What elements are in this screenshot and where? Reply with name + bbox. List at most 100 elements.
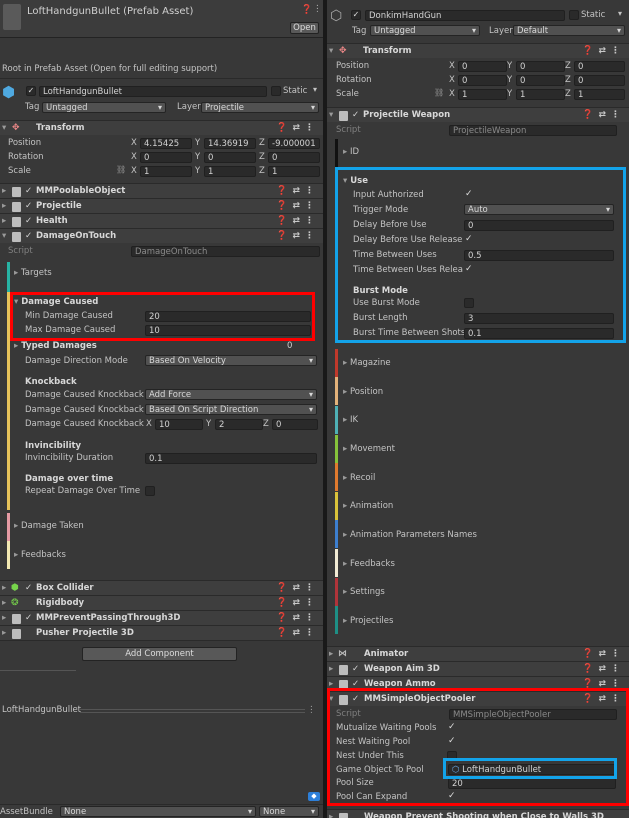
right-rot-y[interactable]: 0 [516,75,565,86]
right-layer-label: Layer [489,26,513,36]
id-foldout[interactable]: ▸ ID [343,147,359,157]
right-pos-z[interactable]: 0 [574,61,625,72]
component-weapon-prevent-shooting[interactable]: ▸ Weapon Prevent Shooting when Close to … [327,809,629,818]
kb-force-y[interactable]: 2 [215,419,263,430]
scale-z[interactable]: 1 [268,166,320,177]
collapse-icon[interactable]: ▾ [2,121,6,136]
damage-taken-foldout[interactable]: ▸ Damage Taken [14,521,84,531]
kb-direction-dropdown[interactable]: Based On Script Direction [145,404,317,415]
kb-force-x[interactable]: 10 [155,419,203,430]
right-pos-x[interactable]: 0 [458,61,507,72]
direction-mode-dropdown[interactable]: Based On Velocity [145,355,317,366]
component-damageontouch[interactable]: ▾ ✓ DamageOnTouch ❓⇄⋮ [0,228,323,243]
object-name-field[interactable]: LoftHandgunBullet [39,86,267,97]
right-scale-x[interactable]: 1 [458,89,507,100]
right-scale-z[interactable]: 1 [574,89,625,100]
inv-duration-field[interactable]: 0.1 [145,453,317,464]
section-movement[interactable]: ▸ Movement [343,444,395,454]
pos-z[interactable]: -9.000001 [268,138,320,149]
scale-y[interactable]: 1 [204,166,256,177]
assetbundle-variant-dropdown[interactable]: None [259,806,319,817]
preview-menu-icon[interactable]: ⋮ [307,705,316,715]
component-animator[interactable]: ▸ ⋈ Animator ❓⇄⋮ [327,646,629,661]
right-script-label: Script [336,125,361,135]
transform-header[interactable]: ▾ ✥ Transform ❓⇄⋮ [0,120,323,135]
add-component-button[interactable]: Add Component [82,647,237,661]
menu-kebab-icon[interactable]: ⋮ [313,4,322,14]
feedbacks-foldout[interactable]: ▸ Feedbacks [14,550,66,560]
right-scale-y[interactable]: 1 [516,89,565,100]
section-ik[interactable]: ▸ IK [343,415,358,425]
cube-icon: ⬢ [2,83,16,101]
section-feedbacks[interactable]: ▸ Feedbacks [343,559,395,569]
right-layer-dropdown[interactable]: Default [513,25,625,36]
typed-damages-count[interactable]: 0 [284,341,314,352]
pos-y[interactable]: 14.36919 [204,138,256,149]
static-dropdown-icon[interactable]: ▾ [313,85,317,94]
rotation-label: Rotation [8,152,44,162]
static-checkbox[interactable] [271,86,281,96]
section-magazine[interactable]: ▸ Magazine [343,358,391,368]
component-header-icons[interactable]: ❓⇄⋮ [276,121,319,136]
right-rot-x[interactable]: 0 [458,75,507,86]
open-button[interactable]: Open [290,22,319,34]
script-field: DamageOnTouch [131,246,320,257]
kb-force-label: Damage Caused Knockback Fo [25,419,145,429]
repeat-damage-checkbox[interactable] [145,486,155,496]
position-label: Position [8,138,42,148]
prefab-notice: Root in Prefab Asset (Open for full edit… [2,64,218,74]
component-projectile-weapon[interactable]: ▾ ✓ Projectile Weapon ❓⇄⋮ [327,107,629,122]
targets-foldout[interactable]: ▸ Targets [14,268,52,278]
section-position[interactable]: ▸ Position [343,387,383,397]
component-mmpreventpassing[interactable]: ▸ ✓ MMPreventPassingThrough3D ❓⇄⋮ [0,610,323,625]
section-animation[interactable]: ▸ Animation [343,501,393,511]
right-pos-y[interactable]: 0 [516,61,565,72]
section-recoil[interactable]: ▸ Recoil [343,473,375,483]
link-icon[interactable]: ⛓ [116,165,126,174]
assetbundle-label: AssetBundle [0,807,53,817]
rot-x[interactable]: 0 [140,152,192,163]
pos-x[interactable]: 4.15425 [140,138,192,149]
rot-y[interactable]: 0 [204,152,256,163]
preview-title: LoftHandgunBullet [2,705,82,715]
assetbundle-dropdown[interactable]: None [60,806,256,817]
section-settings[interactable]: ▸ Settings [343,587,385,597]
component-health[interactable]: ▸ ✓ Health ❓⇄⋮ [0,213,323,228]
right-link-icon[interactable]: ⛓ [434,88,444,97]
right-position-label: Position [336,61,370,71]
preview-drag-handle[interactable] [80,709,305,713]
section-animation-params[interactable]: ▸ Animation Parameters Names [343,530,477,540]
left-inspector: LoftHandgunBullet (Prefab Asset) ❓ ⋮ Ope… [0,0,323,818]
component-rigidbody[interactable]: ▸ ❂ Rigidbody ❓⇄⋮ [0,595,323,610]
component-weapon-aim[interactable]: ▸ ✓ Weapon Aim 3D ❓⇄⋮ [327,661,629,676]
section-projectiles[interactable]: ▸ Projectiles [343,616,393,626]
right-static-checkbox[interactable] [569,10,579,20]
right-tag-dropdown[interactable]: Untagged [370,25,480,36]
dot-heading: Damage over time [25,474,114,484]
component-box-collider[interactable]: ▸ ⬢ ✓ Box Collider ❓⇄⋮ [0,580,323,595]
layer-label: Layer [177,102,201,112]
kb-force-z[interactable]: 0 [272,419,318,430]
component-mmpoolableobject[interactable]: ▸ ✓ MMPoolableObject ❓⇄⋮ [0,183,323,198]
right-rot-z[interactable]: 0 [574,75,625,86]
tag-label: Tag [25,102,40,112]
right-inspector: ⬡ ✓ DonkimHandGun Static ▾ Tag Untagged … [327,0,629,818]
typed-damages-foldout[interactable]: ▸ Typed Damages [14,341,97,351]
component-pusher-projectile[interactable]: ▸ Pusher Projectile 3D ❓⇄⋮ [0,625,323,640]
right-static-dropdown-icon[interactable]: ▾ [618,9,622,18]
right-transform-header[interactable]: ▾ ✥ Transform ❓⇄⋮ [327,43,629,58]
kb-type-dropdown[interactable]: Add Force [145,389,317,400]
highlight-game-object-to-pool [443,758,617,779]
right-object-name-field[interactable]: DonkimHandGun [365,10,565,21]
right-active-checkbox[interactable]: ✓ [351,10,361,20]
component-projectile[interactable]: ▸ ✓ Projectile ❓⇄⋮ [0,198,323,213]
highlight-damage-caused [10,292,315,341]
tag-dropdown[interactable]: Untagged [42,102,166,113]
highlight-object-pooler [327,688,629,806]
layer-dropdown[interactable]: Projectile [201,102,319,113]
help-icon[interactable]: ❓ [301,5,312,15]
scale-x[interactable]: 1 [140,166,192,177]
rot-z[interactable]: 0 [268,152,320,163]
asset-label-icon[interactable]: ◆ [308,792,320,801]
active-checkbox[interactable]: ✓ [26,86,36,96]
